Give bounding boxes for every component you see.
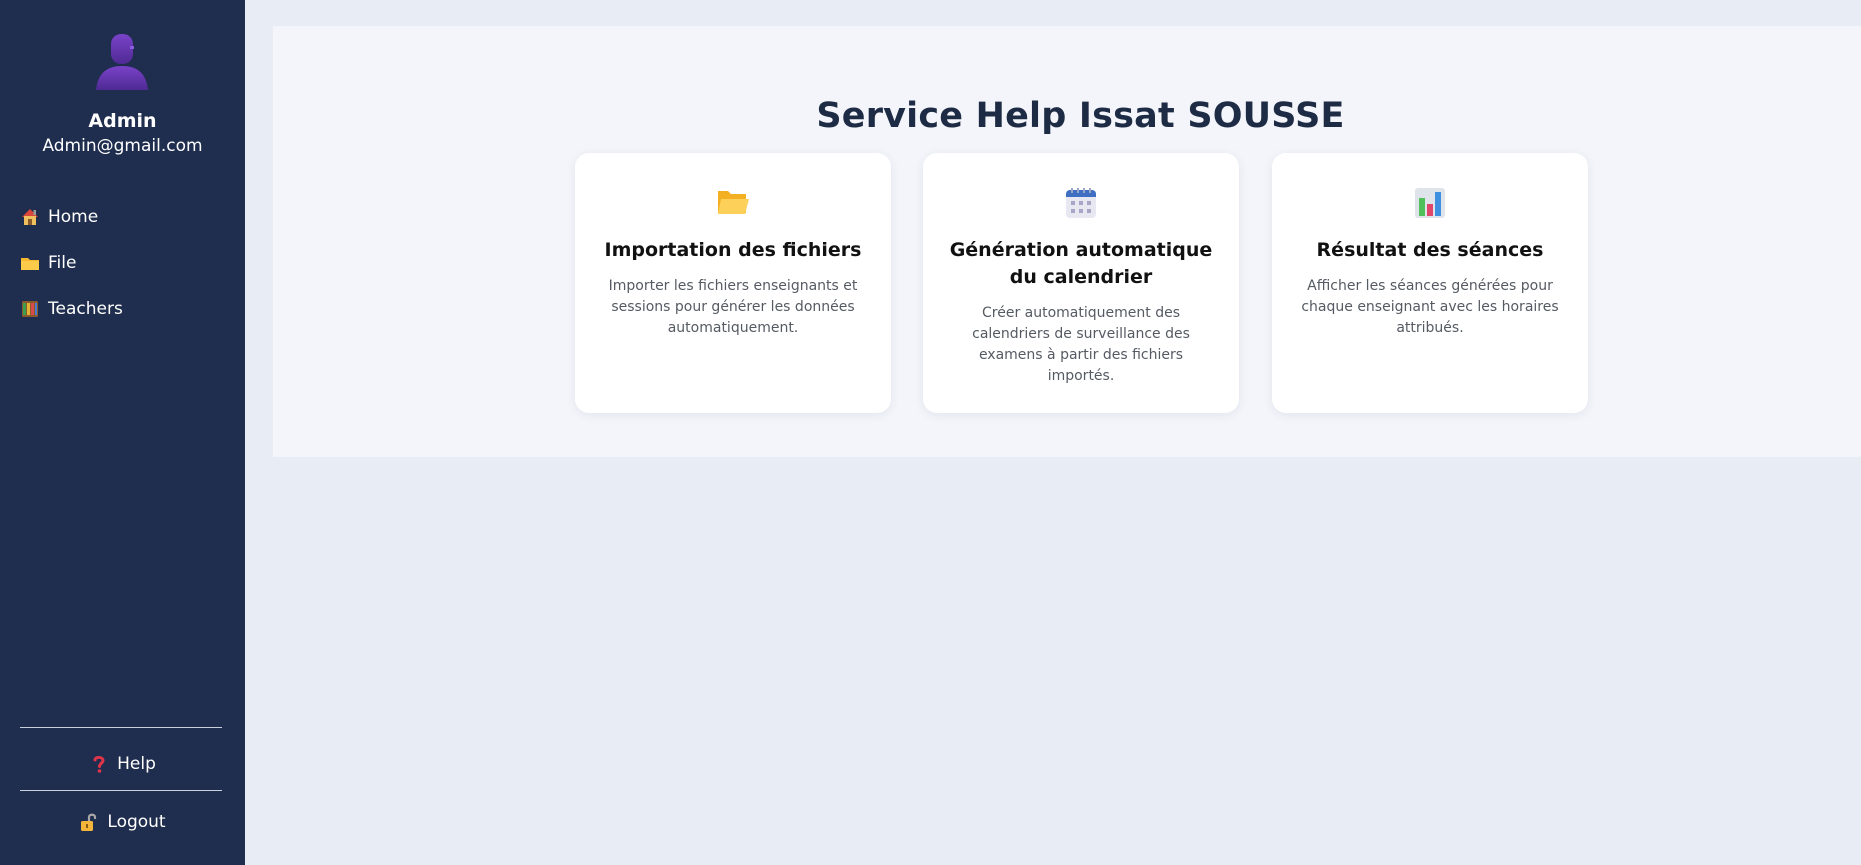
card-importation[interactable]: Importation des fichiers Importer les fi…: [575, 153, 891, 413]
open-folder-icon: [718, 191, 749, 214]
card-description: Créer automatiquement des calendriers de…: [972, 305, 1190, 384]
sidebar-divider: [20, 790, 222, 791]
sidebar-item-label: Teachers: [48, 299, 123, 319]
sidebar-item-label: Home: [48, 207, 99, 227]
sidebar-item-file[interactable]: File: [20, 248, 76, 278]
calendar-icon: [1066, 188, 1096, 218]
teachers-icon: [20, 299, 40, 319]
profile-email: Admin@gmail.com: [42, 136, 203, 156]
help-label: Help: [117, 754, 156, 774]
sidebar-item-teachers[interactable]: Teachers: [20, 294, 123, 324]
card-title: Résultat des séances: [1316, 239, 1544, 261]
house-icon: [20, 207, 40, 227]
sidebar-item-label: File: [48, 253, 77, 273]
profile-name: Admin: [88, 110, 157, 132]
bar-chart-icon: [1415, 188, 1445, 218]
logout-button[interactable]: Logout: [0, 807, 245, 837]
question-mark-icon: [89, 754, 109, 774]
sidebar-divider: [20, 727, 222, 728]
main-panel: Service Help Issat SOUSSE Importation de…: [273, 26, 1861, 457]
user-avatar-icon: [96, 34, 148, 90]
page-title: Service Help Issat SOUSSE: [816, 96, 1345, 136]
sidebar-item-home[interactable]: Home: [20, 202, 98, 232]
card-description: Importer les fichiers enseignants et ses…: [608, 278, 858, 336]
unlock-icon: [79, 812, 99, 832]
card-title: Importation des fichiers: [604, 239, 862, 261]
card-description: Afficher les séances générées pour chaqu…: [1301, 278, 1559, 336]
sidebar: Admin Admin@gmail.com Home File Teachers…: [0, 0, 245, 865]
card-resultat[interactable]: Résultat des séances Afficher les séance…: [1272, 153, 1588, 413]
help-button[interactable]: Help: [0, 749, 245, 779]
folder-icon: [20, 253, 40, 273]
card-title: Génération automatique du calendrier: [949, 239, 1213, 288]
logout-label: Logout: [107, 812, 166, 832]
card-generation[interactable]: Génération automatique du calendrier Cré…: [923, 153, 1239, 413]
